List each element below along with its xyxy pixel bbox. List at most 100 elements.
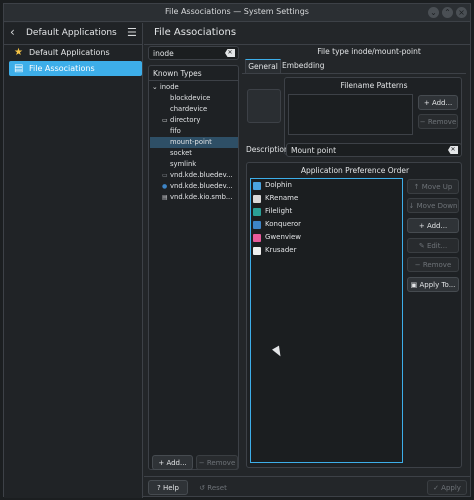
application-list[interactable]: Dolphin KRename Filelight Konqueror Gwenview… bbox=[250, 178, 403, 463]
app-name: Filelight bbox=[265, 207, 293, 215]
tab-embedding[interactable]: Embedding bbox=[282, 59, 325, 73]
tree-item-label: directory bbox=[170, 116, 201, 124]
description-label: Description: bbox=[246, 145, 292, 154]
footer-bar: ? Help ↺ Reset ✓ Apply bbox=[144, 476, 470, 498]
clear-search-icon[interactable]: ✕ bbox=[225, 49, 235, 57]
tree-item[interactable]: ▭ vnd.kde.bluedev... bbox=[150, 170, 238, 181]
known-types-list: Known Types ⌄ inode blockdevice chardevice… bbox=[148, 65, 239, 470]
main-content: File Associations inode ✕ Known Types ⌄ … bbox=[144, 23, 470, 498]
tree-item-label: mount-point bbox=[170, 138, 212, 146]
app-name: Konqueror bbox=[265, 220, 302, 228]
app-name: Krusader bbox=[265, 246, 297, 254]
tree-item-label: symlink bbox=[170, 160, 197, 168]
tree-item[interactable]: ● vnd.kde.bluedev... bbox=[150, 181, 238, 192]
sidebar-item-label: Default Applications bbox=[29, 48, 110, 57]
move-down-button[interactable]: ↓ Move Down bbox=[407, 198, 459, 213]
sidebar-title: Default Applications bbox=[26, 28, 117, 38]
remove-pattern-button[interactable]: − Remove bbox=[418, 114, 458, 129]
remove-app-button[interactable]: − Remove bbox=[407, 257, 459, 272]
app-list-item[interactable]: Krusader bbox=[251, 244, 402, 257]
tree-item[interactable]: ▤ vnd.kde.kio.smb... bbox=[150, 192, 238, 203]
app-window: File Associations — System Settings ⌄ ⌃ … bbox=[3, 3, 471, 498]
tree-item-label: socket bbox=[170, 149, 192, 157]
tab-general[interactable]: General bbox=[245, 59, 281, 73]
back-arrow-icon[interactable]: ‹ bbox=[10, 25, 24, 41]
remove-type-label: Remove bbox=[206, 459, 236, 467]
apply-to-label: Apply To... bbox=[419, 281, 456, 289]
sidebar-item-default-applications[interactable]: ★ Default Applications bbox=[9, 45, 142, 60]
clear-description-icon[interactable]: ✕ bbox=[448, 146, 458, 154]
tree-item-label: inode bbox=[159, 83, 179, 91]
minus-icon: − bbox=[198, 459, 205, 467]
help-button[interactable]: ? Help bbox=[148, 480, 188, 495]
mime-icon-button[interactable] bbox=[247, 89, 281, 123]
move-down-label: Move Down bbox=[416, 202, 458, 210]
tree-item-label: vnd.kde.kio.smb... bbox=[170, 193, 233, 201]
app-list-item[interactable]: KRename bbox=[251, 192, 402, 205]
divider bbox=[149, 80, 238, 81]
maximize-icon[interactable]: ⌃ bbox=[442, 7, 453, 18]
minimize-icon[interactable]: ⌄ bbox=[428, 7, 439, 18]
page-title: File Associations bbox=[154, 27, 237, 38]
reset-label: Reset bbox=[207, 484, 227, 492]
plus-icon: + bbox=[418, 222, 425, 230]
app-icon bbox=[253, 234, 261, 242]
plus-icon: + bbox=[158, 459, 165, 467]
sidebar-item-file-associations[interactable]: ▤ File Associations bbox=[9, 61, 142, 76]
folder-icon: ▭ bbox=[162, 117, 168, 124]
apply-label: Apply bbox=[441, 484, 461, 492]
add-app-label: Add... bbox=[426, 222, 448, 230]
tree-item[interactable]: symlink bbox=[150, 159, 238, 170]
apply-icon: ▣ bbox=[410, 281, 418, 289]
add-pattern-button[interactable]: + Add... bbox=[418, 95, 458, 110]
tab-divider bbox=[242, 73, 466, 74]
tree-item[interactable]: ⌄ inode bbox=[150, 82, 238, 93]
close-icon[interactable]: × bbox=[456, 7, 467, 18]
app-icon bbox=[253, 247, 261, 255]
tree-item[interactable]: fifo bbox=[150, 126, 238, 137]
reset-button[interactable]: ↺ Reset bbox=[193, 480, 233, 495]
move-up-label: Move Up bbox=[421, 183, 453, 191]
minus-icon: − bbox=[414, 261, 421, 269]
tree-item[interactable]: socket bbox=[150, 148, 238, 159]
add-pattern-label: Add... bbox=[431, 99, 453, 107]
search-input-value: inode bbox=[153, 49, 174, 58]
tree-item[interactable]: blockdevice bbox=[150, 93, 238, 104]
description-field[interactable]: Mount point ✕ bbox=[286, 143, 462, 157]
app-name: Gwenview bbox=[265, 233, 302, 241]
app-list-item[interactable]: Konqueror bbox=[251, 218, 402, 231]
patterns-list[interactable] bbox=[288, 94, 413, 135]
expand-chevron-icon[interactable]: ⌄ bbox=[152, 83, 160, 91]
tree-item[interactable]: ▭ directory bbox=[150, 115, 238, 126]
tree-item[interactable]: mount-point bbox=[150, 137, 238, 148]
sidebar: ‹ Default Applications ☰ ★ Default Appli… bbox=[4, 23, 143, 498]
sidebar-header: ‹ Default Applications ☰ bbox=[4, 23, 143, 45]
type-tree: ⌄ inode blockdevice chardevice ▭ directory fi… bbox=[150, 82, 238, 203]
apply-button[interactable]: ✓ Apply bbox=[427, 480, 467, 495]
add-type-button[interactable]: + Add... bbox=[152, 455, 193, 470]
app-icon bbox=[253, 221, 261, 229]
tree-item[interactable]: chardevice bbox=[150, 104, 238, 115]
search-input[interactable]: inode ✕ bbox=[148, 46, 239, 60]
app-preference-title: Application Preference Order bbox=[300, 166, 410, 175]
app-name: Dolphin bbox=[265, 181, 292, 189]
arrow-down-icon: ↓ bbox=[408, 202, 415, 210]
move-up-button[interactable]: ↑ Move Up bbox=[407, 179, 459, 194]
monitor-icon: ▭ bbox=[162, 172, 168, 179]
apply-to-button[interactable]: ▣ Apply To... bbox=[407, 277, 459, 292]
edit-app-button[interactable]: ✎ Edit... bbox=[407, 238, 459, 253]
checkmark-icon: ✓ bbox=[433, 484, 439, 492]
remove-type-button[interactable]: − Remove bbox=[196, 455, 238, 470]
help-label: Help bbox=[162, 484, 179, 492]
app-list-item[interactable]: Filelight bbox=[251, 205, 402, 218]
plus-icon: + bbox=[423, 99, 430, 107]
reset-icon: ↺ bbox=[199, 484, 206, 492]
add-app-button[interactable]: + Add... bbox=[407, 218, 459, 233]
sidebar-item-label: File Associations bbox=[29, 64, 95, 73]
app-list-item[interactable]: Dolphin bbox=[251, 179, 402, 192]
remove-app-label: Remove bbox=[422, 261, 452, 269]
hamburger-menu-icon[interactable]: ☰ bbox=[127, 26, 139, 40]
main-header: File Associations bbox=[144, 23, 470, 45]
app-list-item[interactable]: Gwenview bbox=[251, 231, 402, 244]
tree-item-label: chardevice bbox=[170, 105, 208, 113]
